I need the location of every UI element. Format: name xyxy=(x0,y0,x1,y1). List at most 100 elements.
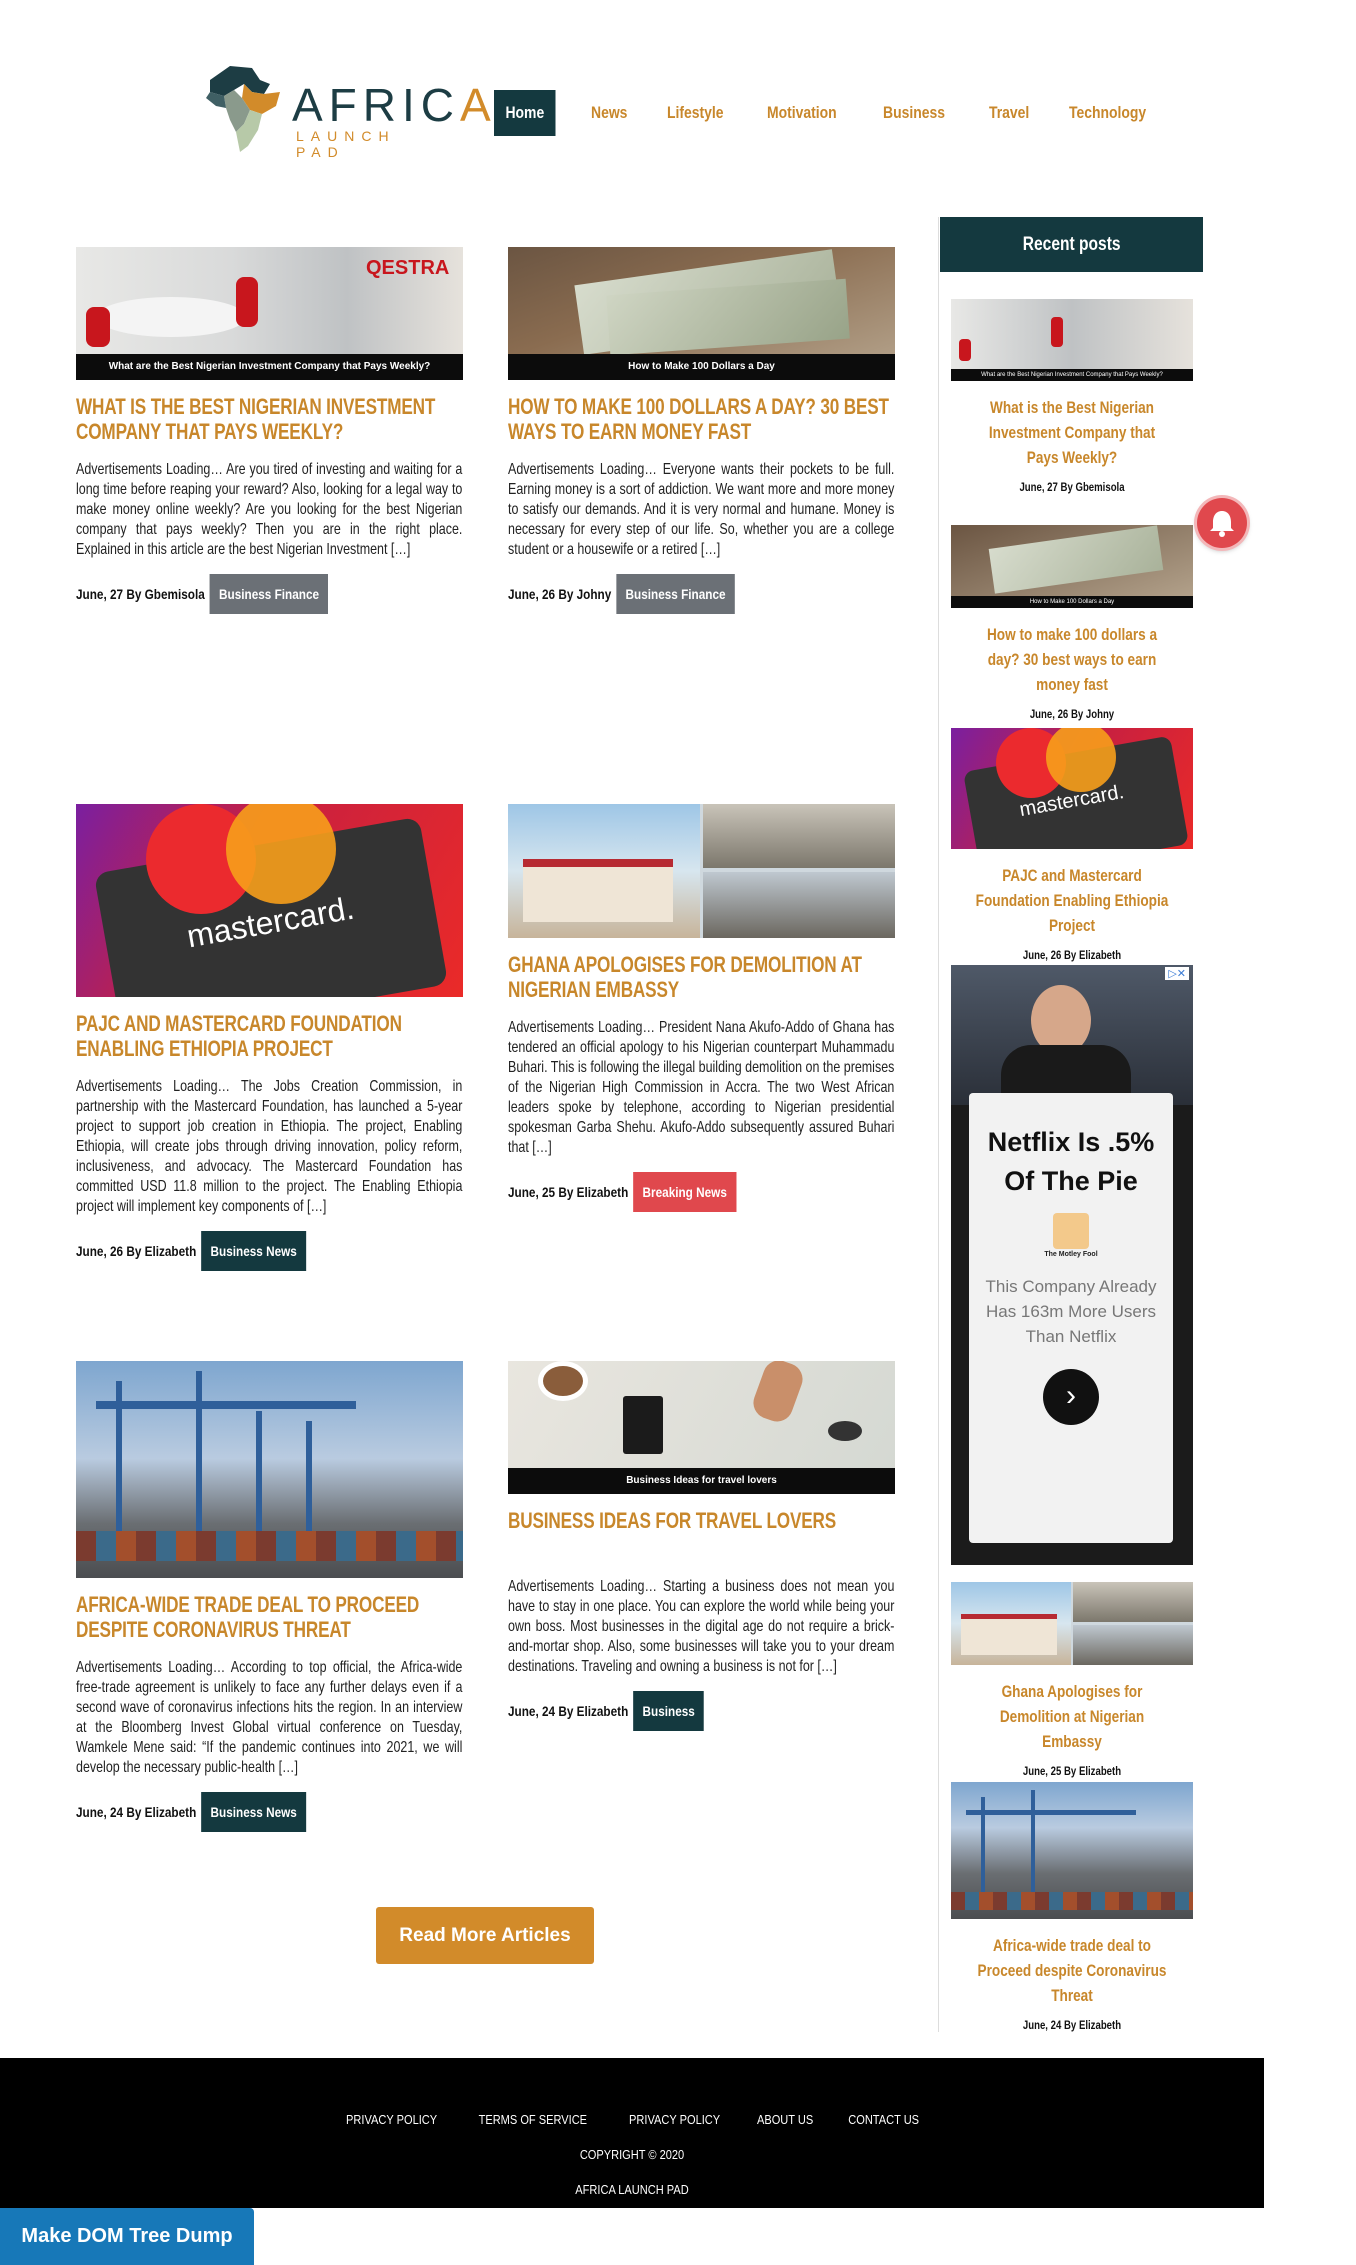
recent-post-title[interactable]: PAJC and Mastercard Foundation Enabling … xyxy=(975,863,1169,938)
category-tag[interactable]: Breaking News xyxy=(633,1172,737,1212)
notification-bell-button[interactable] xyxy=(1197,498,1247,548)
footer-link-contact[interactable]: CONTACT US xyxy=(849,2112,920,2127)
article-image[interactable] xyxy=(76,1361,463,1578)
main-nav: Home News Lifestyle Motivation Business … xyxy=(494,90,1195,136)
category-tag[interactable]: Business News xyxy=(201,1231,307,1271)
nav-business[interactable]: Business xyxy=(883,103,945,123)
nav-technology[interactable]: Technology xyxy=(1069,103,1146,123)
africa-map-icon xyxy=(206,66,280,152)
nav-home[interactable]: Home xyxy=(494,90,556,136)
category-tag[interactable]: Business Finance xyxy=(616,574,735,614)
recent-post-title[interactable]: Africa-wide trade deal to Proceed despit… xyxy=(975,1933,1169,2008)
read-more-button[interactable]: Read More Articles xyxy=(376,1907,594,1964)
recent-post: Ghana Apologises for Demolition at Niger… xyxy=(951,1582,1193,1778)
article-title[interactable]: What is the Best Nigerian Investment Com… xyxy=(76,394,462,444)
article-card: How to Make 100 Dollars a Day How to mak… xyxy=(508,247,895,614)
article-card: Africa-wide trade deal to Proceed despit… xyxy=(76,1361,463,1832)
ad-photo xyxy=(951,965,1193,1115)
ad-body: This Company Already Has 163m More Users… xyxy=(985,1277,1157,1346)
article-card: Business Ideas for travel lovers Busines… xyxy=(508,1361,895,1731)
footer-link-terms[interactable]: TERMS OF SERVICE xyxy=(479,2112,587,2127)
article-image[interactable]: QESTRA What are the Best Nigerian Invest… xyxy=(76,247,463,380)
recent-post-title[interactable]: Ghana Apologises for Demolition at Niger… xyxy=(975,1679,1169,1754)
category-tag[interactable]: Business Finance xyxy=(209,574,329,614)
article-card: Ghana Apologises for Demolition at Niger… xyxy=(508,804,895,1212)
image-caption: How to Make 100 Dollars a Day xyxy=(951,596,1193,608)
sidebar: Recent posts What are the Best Nigerian … xyxy=(938,217,1203,2032)
ad-choices-icon[interactable]: ▷✕ xyxy=(1165,967,1189,980)
recent-post: Africa-wide trade deal to Proceed despit… xyxy=(951,1782,1193,2032)
article-image[interactable]: Business Ideas for travel lovers xyxy=(508,1361,895,1494)
article-title[interactable]: Business Ideas for travel lovers xyxy=(508,1508,894,1533)
logo-wordmark: AFRICA xyxy=(292,79,497,131)
recent-post-title[interactable]: What is the Best Nigerian Investment Com… xyxy=(975,395,1169,470)
recent-post-meta: June, 24 By Elizabeth xyxy=(1022,2018,1122,2032)
nav-motivation[interactable]: Motivation xyxy=(767,103,837,123)
article-meta: June, 24 By Elizabeth Business xyxy=(508,1691,898,1731)
recent-post-meta: June, 25 By Elizabeth xyxy=(1022,1764,1122,1778)
advertisement[interactable]: ▷✕ Netflix Is .5% Of The Pie The Motley … xyxy=(951,965,1193,1565)
recent-post: How to Make 100 Dollars a Day How to mak… xyxy=(951,525,1193,721)
article-title[interactable]: How to make 100 dollars a day? 30 best w… xyxy=(508,394,894,444)
nav-travel[interactable]: Travel xyxy=(989,103,1029,123)
site-logo[interactable]: AFRICA LAUNCH PAD xyxy=(200,62,491,160)
recent-post-image[interactable]: How to Make 100 Dollars a Day xyxy=(951,525,1193,608)
recent-post-meta: June, 26 By Elizabeth xyxy=(1022,948,1122,962)
article-author[interactable]: By Elizabeth xyxy=(558,1184,628,1200)
article-meta: June, 26 By Johny Business Finance xyxy=(508,574,898,614)
recent-post-meta: June, 26 By Johny xyxy=(1029,707,1115,721)
recent-post-image[interactable] xyxy=(951,1782,1193,1919)
article-excerpt: Advertisements Loading… The Jobs Creatio… xyxy=(76,1078,463,1215)
dom-dump-button[interactable]: Make DOM Tree Dump xyxy=(0,2208,254,2265)
sidebar-heading: Recent posts xyxy=(940,217,1203,272)
article-card: QESTRA What are the Best Nigerian Invest… xyxy=(76,247,463,614)
article-author[interactable]: By Johny xyxy=(558,586,611,602)
recent-post: mastercard. PAJC and Mastercard Foundati… xyxy=(951,728,1193,962)
ad-card: Netflix Is .5% Of The Pie The Motley Foo… xyxy=(969,1093,1173,1543)
article-author[interactable]: By Elizabeth xyxy=(126,1243,196,1259)
footer-links: PRIVACY POLICY TERMS OF SERVICE PRIVACY … xyxy=(0,2112,1264,2127)
recent-post-title[interactable]: How to make 100 dollars a day? 30 best w… xyxy=(975,622,1169,697)
article-author[interactable]: By Elizabeth xyxy=(558,1703,628,1719)
article-title[interactable]: PAJC and Mastercard Foundation Enabling … xyxy=(76,1011,462,1061)
article-excerpt: Advertisements Loading… President Nana A… xyxy=(508,1019,895,1156)
article-title[interactable]: Ghana Apologises for Demolition at Niger… xyxy=(508,952,894,1002)
article-title[interactable]: Africa-wide trade deal to Proceed despit… xyxy=(76,1592,462,1642)
logo-subtitle: LAUNCH PAD xyxy=(296,128,396,160)
footer-site-name: AFRICA LAUNCH PAD xyxy=(575,2182,689,2197)
article-date: June, 26 xyxy=(76,1243,124,1259)
ad-headline[interactable]: Netflix Is .5% Of The Pie xyxy=(969,1123,1173,1201)
category-tag[interactable]: Business News xyxy=(201,1792,307,1832)
article-excerpt: Advertisements Loading… Starting a busin… xyxy=(508,1578,895,1675)
category-tag[interactable]: Business xyxy=(633,1691,705,1731)
footer-link-about[interactable]: ABOUT US xyxy=(757,2112,813,2127)
footer-link-privacy-2[interactable]: PRIVACY POLICY xyxy=(629,2112,720,2127)
article-image[interactable]: How to Make 100 Dollars a Day xyxy=(508,247,895,380)
article-excerpt: Advertisements Loading… According to top… xyxy=(76,1659,463,1776)
article-date: June, 24 xyxy=(76,1804,124,1820)
nav-lifestyle[interactable]: Lifestyle xyxy=(667,103,724,123)
chevron-right-icon[interactable]: › xyxy=(1043,1369,1099,1425)
article-meta: June, 27 By Gbemisola Business Finance xyxy=(76,574,466,614)
article-author[interactable]: By Gbemisola xyxy=(126,586,204,602)
article-image[interactable] xyxy=(508,804,895,938)
article-card: mastercard. PAJC and Mastercard Foundati… xyxy=(76,804,463,1271)
article-meta: June, 24 By Elizabeth Business News xyxy=(76,1792,466,1832)
article-date: June, 27 xyxy=(76,586,124,602)
article-excerpt: Advertisements Loading… Everyone wants t… xyxy=(508,461,895,558)
article-author[interactable]: By Elizabeth xyxy=(126,1804,196,1820)
bell-icon xyxy=(1210,511,1234,537)
image-caption: How to Make 100 Dollars a Day xyxy=(508,354,895,380)
article-date: June, 26 xyxy=(508,586,556,602)
recent-post-image[interactable] xyxy=(951,1582,1193,1665)
article-image[interactable]: mastercard. xyxy=(76,804,463,997)
recent-post: What are the Best Nigerian Investment Co… xyxy=(951,299,1193,494)
footer-link-privacy[interactable]: PRIVACY POLICY xyxy=(346,2112,437,2127)
article-meta: June, 25 By Elizabeth Breaking News xyxy=(508,1172,898,1212)
nav-news[interactable]: News xyxy=(591,103,627,123)
recent-post-meta: June, 27 By Gbemisola xyxy=(1019,480,1125,494)
motley-fool-logo-icon xyxy=(1053,1213,1089,1249)
recent-post-image[interactable]: mastercard. xyxy=(951,728,1193,849)
site-footer: PRIVACY POLICY TERMS OF SERVICE PRIVACY … xyxy=(0,2058,1264,2208)
recent-post-image[interactable]: What are the Best Nigerian Investment Co… xyxy=(951,299,1193,381)
